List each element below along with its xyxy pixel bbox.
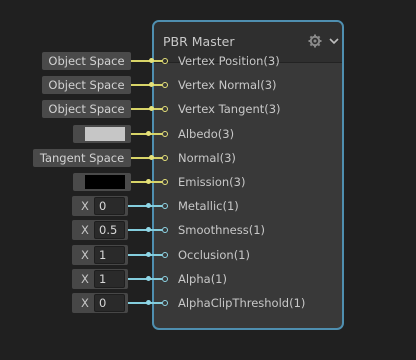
wire-dot: [146, 300, 151, 305]
slot-label: Smoothness(1): [178, 223, 266, 237]
axis-label: X: [81, 223, 89, 237]
input-slot[interactable]: Normal(3): [154, 149, 344, 173]
port-icon[interactable]: [162, 58, 168, 64]
connection-wire: [128, 229, 162, 231]
input-slot[interactable]: AlphaClipThreshold(1): [154, 294, 344, 318]
slot-label: Normal(3): [178, 151, 236, 165]
connection-wire: [128, 302, 162, 304]
connection-wire: [128, 133, 162, 135]
space-dropdown[interactable]: Object Space: [42, 76, 131, 94]
input-slot[interactable]: Vertex Normal(3): [154, 76, 344, 100]
space-dropdown[interactable]: Object Space: [42, 52, 131, 70]
color-swatch[interactable]: [73, 173, 131, 191]
slot-label: Emission(3): [178, 175, 246, 189]
node-title: PBR Master: [163, 34, 235, 49]
port-icon[interactable]: [162, 252, 168, 258]
pbr-master-node[interactable]: PBR Master Vertex Position(3) Vertex Norm…: [152, 20, 344, 330]
input-slot[interactable]: Vertex Tangent(3): [154, 100, 344, 124]
value-input[interactable]: 0: [94, 197, 125, 215]
slot-label: Occlusion(1): [178, 248, 250, 262]
connection-wire: [128, 181, 162, 183]
wire-dot: [149, 58, 154, 63]
connection-wire: [131, 108, 162, 110]
input-slot[interactable]: Occlusion(1): [154, 246, 344, 270]
port-icon[interactable]: [162, 227, 168, 233]
color-swatch[interactable]: [73, 125, 131, 143]
wire-dot: [146, 252, 151, 257]
wire-dot: [146, 203, 151, 208]
input-slot[interactable]: Albedo(3): [154, 125, 344, 149]
port-icon[interactable]: [162, 203, 168, 209]
gear-icon[interactable]: [308, 34, 322, 48]
color-preview: [85, 127, 125, 141]
slot-label: Albedo(3): [178, 127, 235, 141]
connection-wire: [128, 205, 162, 207]
axis-label: X: [81, 296, 89, 310]
wire-dot: [146, 179, 151, 184]
connection-wire: [128, 254, 162, 256]
wire-dot: [149, 82, 154, 87]
input-slot[interactable]: Smoothness(1): [154, 221, 344, 245]
connection-wire: [131, 84, 162, 86]
wire-dot: [146, 276, 151, 281]
port-icon[interactable]: [162, 155, 168, 161]
wire-dot: [149, 106, 154, 111]
connection-wire: [131, 157, 162, 159]
connection-wire: [128, 278, 162, 280]
chevron-down-icon[interactable]: [328, 35, 340, 47]
input-slot[interactable]: Alpha(1): [154, 270, 344, 294]
wire-dot: [149, 155, 154, 160]
value-input[interactable]: 0.5: [94, 221, 125, 239]
port-icon[interactable]: [162, 179, 168, 185]
slot-label: Metallic(1): [178, 199, 239, 213]
color-preview: [85, 175, 125, 189]
axis-label: X: [81, 272, 89, 286]
value-input[interactable]: 0: [94, 294, 125, 312]
wire-dot: [146, 131, 151, 136]
value-input[interactable]: 1: [94, 270, 125, 288]
port-icon[interactable]: [162, 82, 168, 88]
input-slot[interactable]: Vertex Position(3): [154, 52, 344, 76]
axis-label: X: [81, 199, 89, 213]
port-icon[interactable]: [162, 276, 168, 282]
input-slot[interactable]: Emission(3): [154, 173, 344, 197]
space-dropdown[interactable]: Object Space: [42, 100, 131, 118]
port-icon[interactable]: [162, 131, 168, 137]
slot-label: AlphaClipThreshold(1): [178, 296, 306, 310]
space-dropdown[interactable]: Tangent Space: [33, 149, 131, 167]
value-input[interactable]: 1: [94, 246, 125, 264]
wire-dot: [146, 227, 151, 232]
slot-label: Vertex Position(3): [178, 54, 280, 68]
slot-label: Vertex Tangent(3): [178, 102, 281, 116]
input-slot[interactable]: Metallic(1): [154, 197, 344, 221]
slot-label: Vertex Normal(3): [178, 78, 277, 92]
port-icon[interactable]: [162, 106, 168, 112]
port-icon[interactable]: [162, 300, 168, 306]
slot-label: Alpha(1): [178, 272, 227, 286]
axis-label: X: [81, 248, 89, 262]
connection-wire: [131, 60, 162, 62]
